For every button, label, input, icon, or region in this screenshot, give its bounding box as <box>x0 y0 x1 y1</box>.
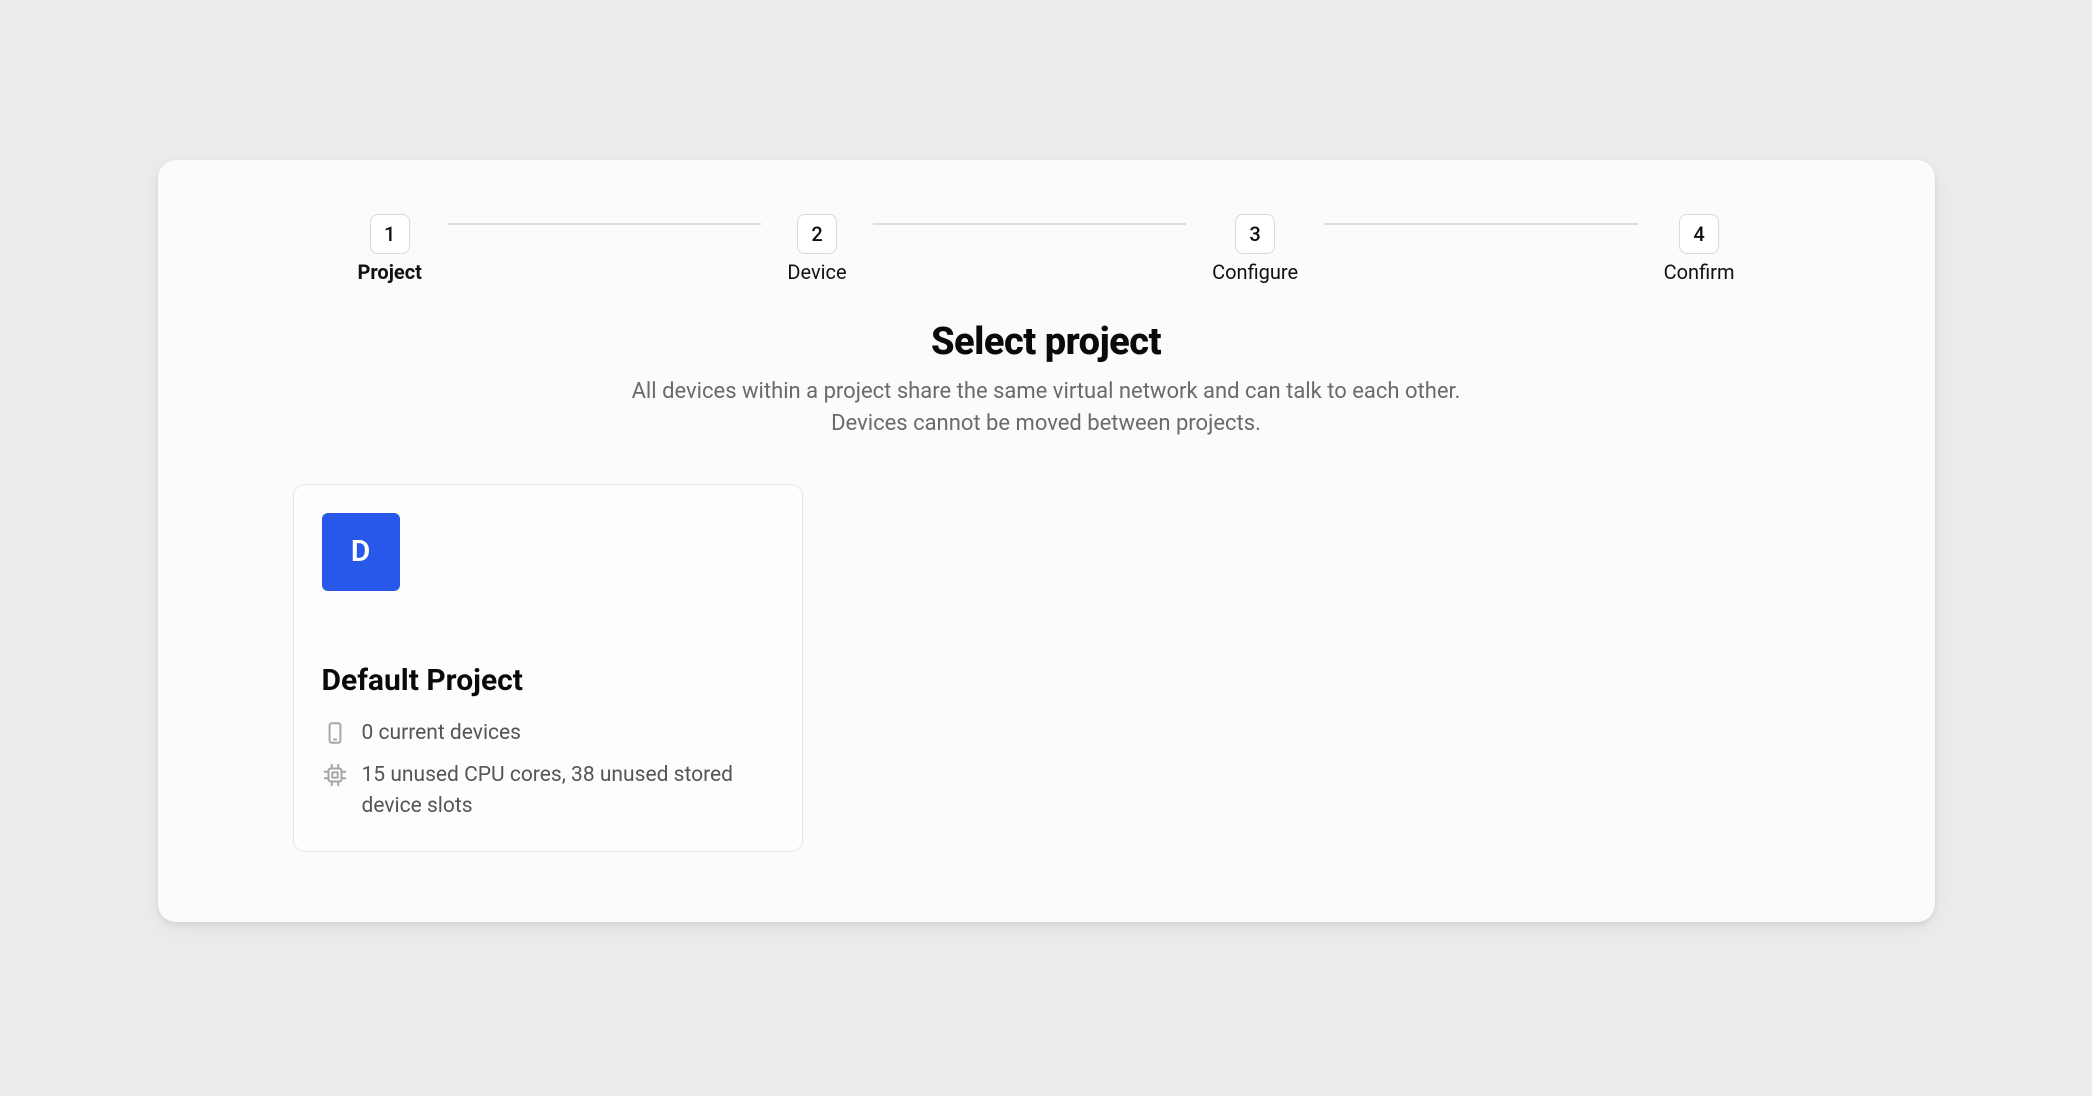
subtitle-line-1: All devices within a project share the s… <box>632 379 1461 404</box>
subtitle-line-2: Devices cannot be moved between projects… <box>831 411 1261 436</box>
step-connector <box>873 223 1186 225</box>
cpu-icon <box>322 762 348 788</box>
page-title: Select project <box>218 320 1875 364</box>
step-label: Project <box>358 260 422 284</box>
step-badge: 1 <box>370 214 410 254</box>
devices-stat: 0 current devices <box>322 718 774 748</box>
step-badge: 2 <box>797 214 837 254</box>
step-connector <box>1324 223 1637 225</box>
wizard-panel: 1 Project 2 Device 3 Configure 4 Confirm… <box>158 160 1935 922</box>
project-name: Default Project <box>322 663 774 698</box>
resources-stat: 15 unused CPU cores, 38 unused stored de… <box>322 760 774 821</box>
device-icon <box>322 720 348 746</box>
resources-stat-text: 15 unused CPU cores, 38 unused stored de… <box>362 760 774 821</box>
step-label: Configure <box>1212 260 1298 284</box>
page-heading: Select project All devices within a proj… <box>218 320 1875 440</box>
project-card[interactable]: D Default Project 0 current devices <box>293 484 803 852</box>
step-confirm[interactable]: 4 Confirm <box>1664 214 1735 284</box>
devices-stat-text: 0 current devices <box>362 718 522 748</box>
page-subtitle: All devices within a project share the s… <box>218 376 1875 440</box>
project-card-grid: D Default Project 0 current devices <box>218 484 1875 852</box>
step-device[interactable]: 2 Device <box>787 214 846 284</box>
step-project[interactable]: 1 Project <box>358 214 422 284</box>
step-badge: 3 <box>1235 214 1275 254</box>
step-label: Confirm <box>1664 260 1735 284</box>
step-label: Device <box>787 260 846 284</box>
step-connector <box>448 223 761 225</box>
step-configure[interactable]: 3 Configure <box>1212 214 1298 284</box>
stepper: 1 Project 2 Device 3 Configure 4 Confirm <box>218 214 1875 284</box>
step-badge: 4 <box>1679 214 1719 254</box>
project-avatar: D <box>322 513 400 591</box>
